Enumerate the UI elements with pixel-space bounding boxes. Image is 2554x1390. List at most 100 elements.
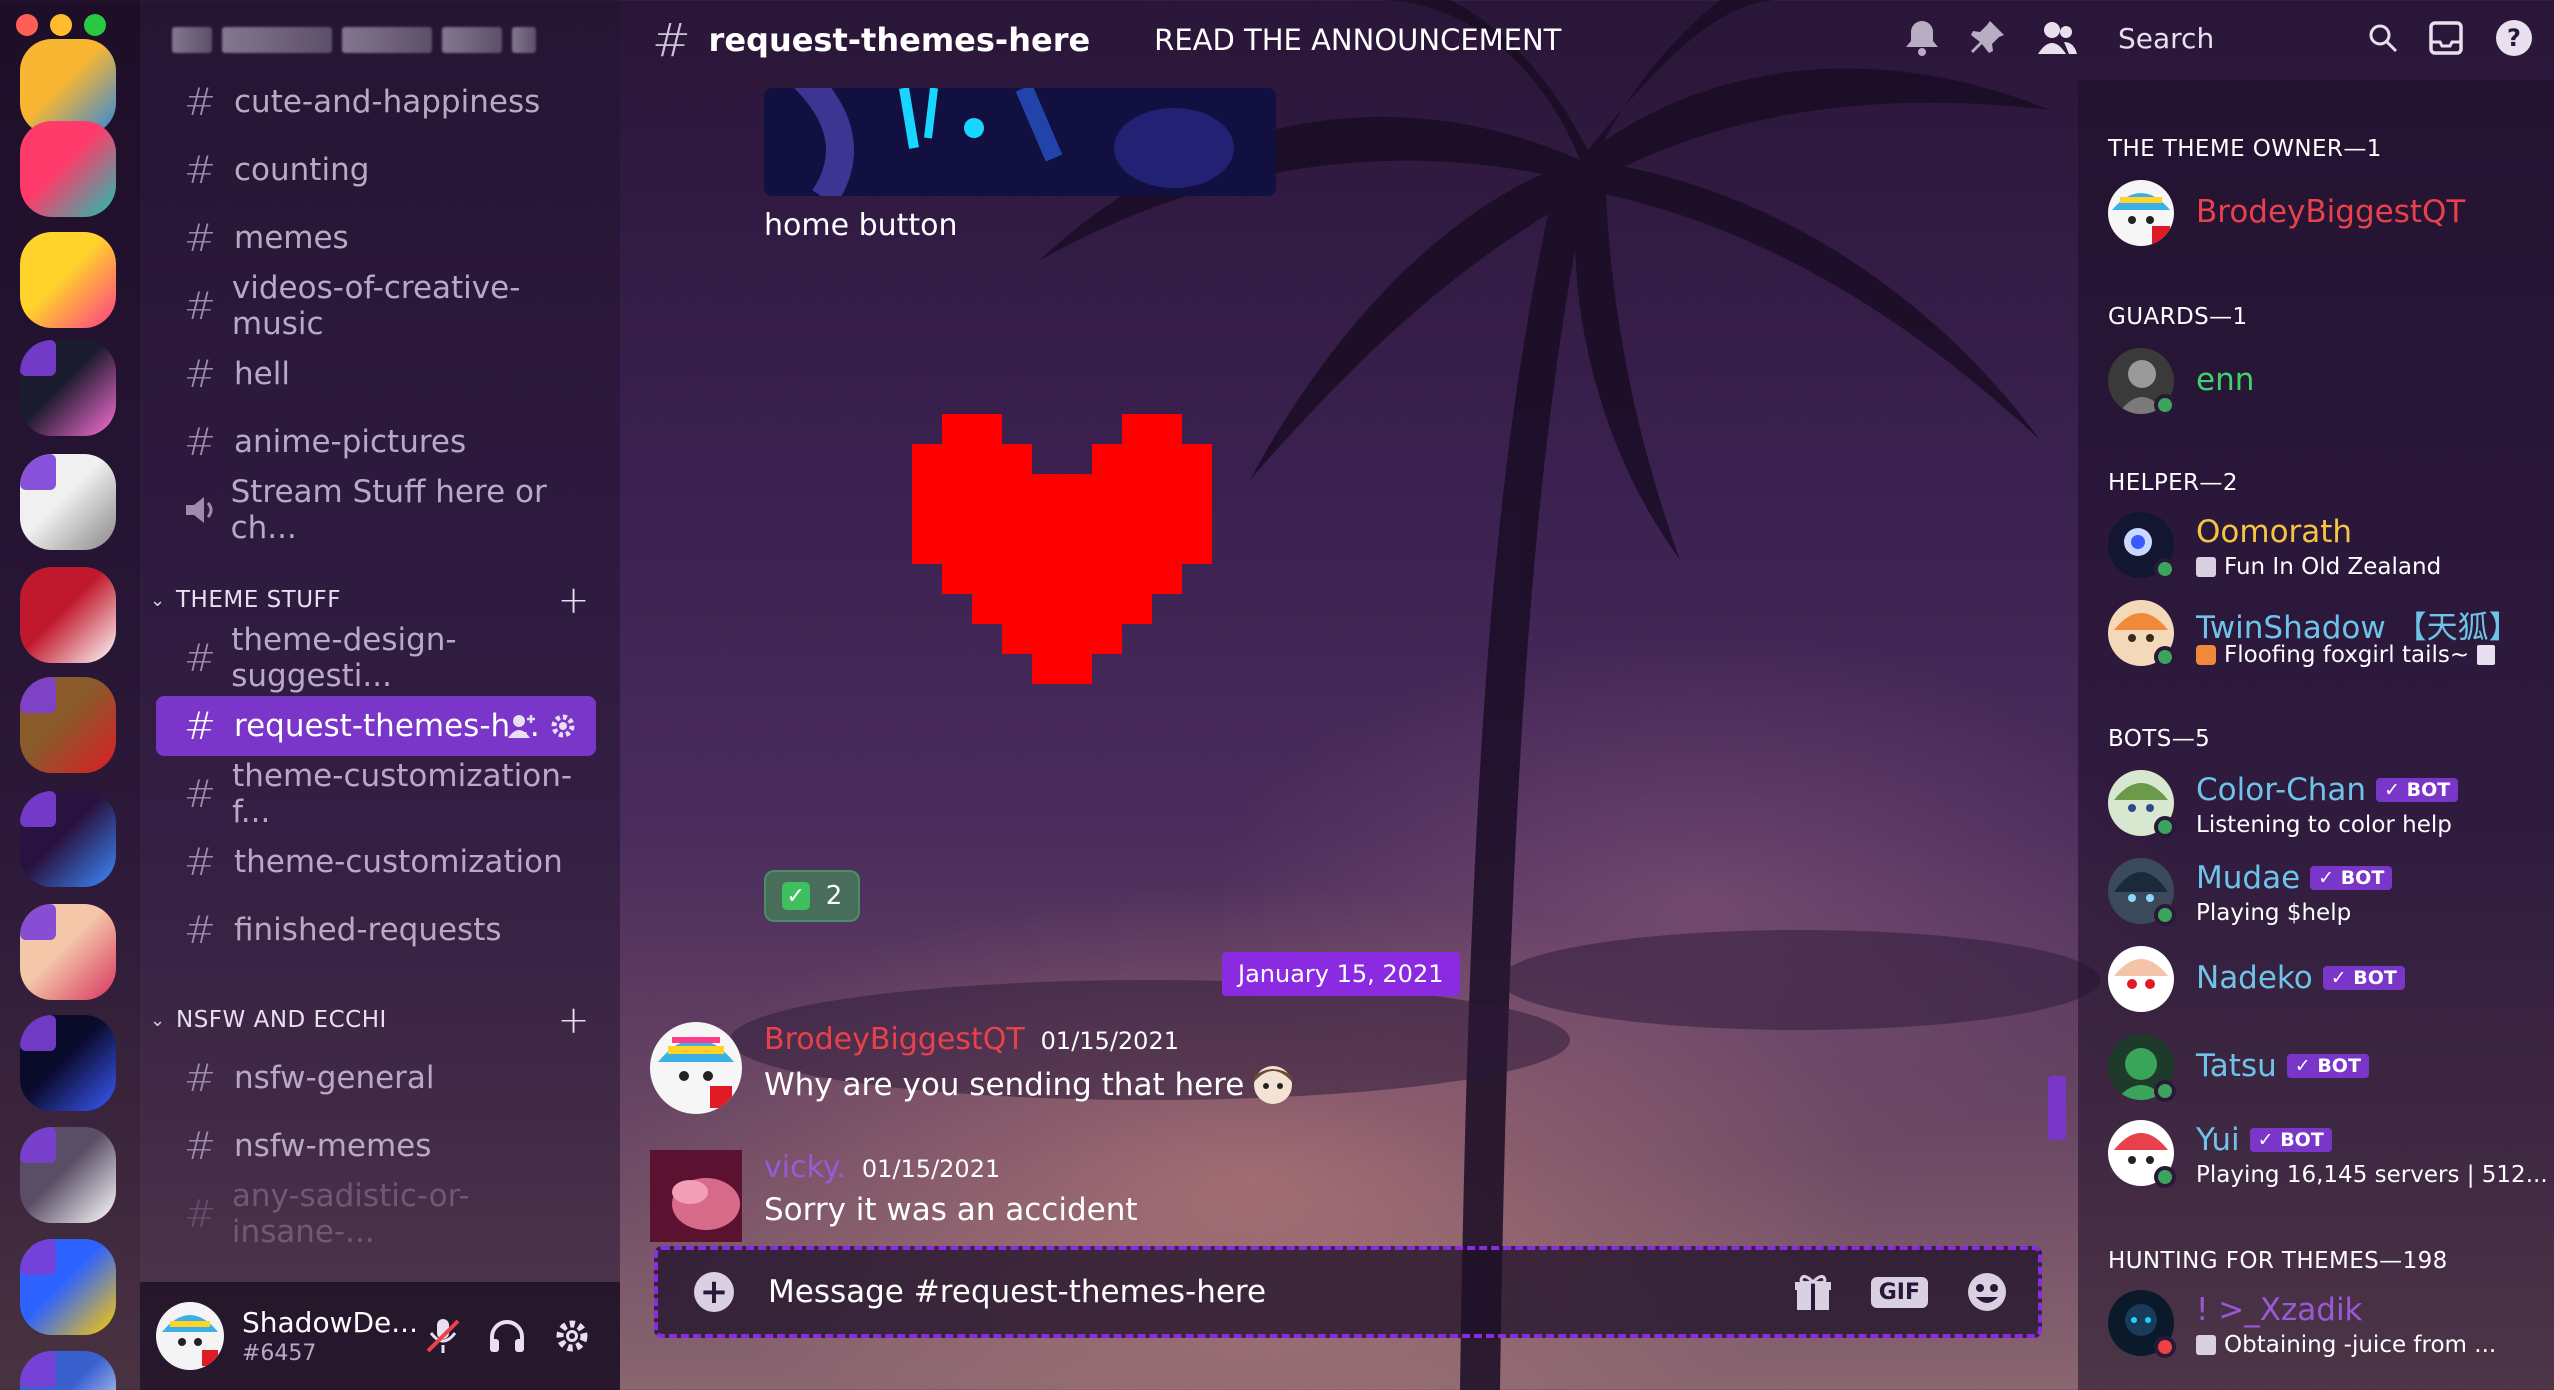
server-icon-just-dance-2021[interactable]: [20, 232, 116, 328]
pixel-heart-image[interactable]: [912, 414, 1212, 714]
server-icon-kiss-girl[interactable]: [20, 904, 116, 1000]
emoji-picker-icon[interactable]: [1966, 1271, 2008, 1313]
gift-icon[interactable]: [1793, 1272, 1833, 1312]
message-author[interactable]: vicky.: [764, 1150, 846, 1185]
member-activity: Playing 16,145 servers | 512...: [2196, 1162, 2548, 1188]
channel-topic[interactable]: READ THE ANNOUNCEMENT: [1154, 23, 1561, 57]
search-input[interactable]: Search: [2118, 22, 2338, 55]
speaker-icon: [184, 495, 231, 525]
member-name: TwinShadow 【天狐】: [2196, 610, 2520, 646]
pinned-messages-icon[interactable]: [1970, 19, 2006, 57]
close-window-button[interactable]: [16, 14, 38, 36]
channel-nsfw-memes[interactable]: # nsfw-memes: [156, 1116, 596, 1176]
search-icon[interactable]: [2368, 23, 2398, 53]
add-channel-icon[interactable]: +: [558, 998, 590, 1042]
member-list-icon[interactable]: [2036, 20, 2078, 56]
member-activity: Obtaining -juice from ...: [2224, 1332, 2497, 1358]
unread-badge-icon: [20, 1127, 56, 1163]
author-avatar[interactable]: [650, 1150, 742, 1242]
server-icon-santa-girl[interactable]: [20, 567, 116, 663]
unread-badge-icon: [20, 1015, 56, 1051]
message-input[interactable]: [768, 1274, 1748, 1310]
member-item[interactable]: Color-Chan ✓ BOT Listening to color help: [2108, 766, 2548, 842]
unread-badge-icon: [20, 904, 56, 940]
channel-finished-requests[interactable]: # finished-requests: [156, 900, 596, 960]
headphones-icon[interactable]: [488, 1319, 526, 1353]
hash-icon: #: [184, 840, 216, 884]
member-activity: Playing $help: [2196, 900, 2352, 926]
hash-icon: #: [184, 704, 216, 748]
channel-theme-customization-feedback[interactable]: # theme-customization-f...: [156, 758, 596, 830]
add-attachment-icon[interactable]: +: [694, 1272, 734, 1312]
channel-theme-customization[interactable]: # theme-customization: [156, 832, 596, 892]
member-activity: Fun In Old Zealand: [2224, 554, 2442, 580]
member-item[interactable]: Tatsu ✓ BOT: [2108, 1030, 2548, 1106]
server-icon-heart-dog[interactable]: [20, 677, 116, 773]
hash-icon: #: [184, 284, 216, 328]
game-icon: [2196, 557, 2216, 577]
channel-request-themes-here[interactable]: # request-themes-h...: [156, 696, 596, 756]
notification-bell-icon[interactable]: [1904, 19, 1940, 57]
channel-counting[interactable]: # counting: [156, 140, 596, 200]
author-avatar[interactable]: [650, 1022, 742, 1114]
help-icon[interactable]: ?: [2494, 18, 2534, 58]
server-icon-dance-group[interactable]: [20, 1239, 116, 1335]
channel-settings-gear-icon[interactable]: [550, 713, 576, 739]
inbox-icon[interactable]: [2428, 20, 2464, 56]
gif-button[interactable]: GIF: [1870, 1276, 1928, 1308]
server-icon-manga-girl[interactable]: [20, 454, 116, 550]
mute-microphone-icon[interactable]: [426, 1317, 460, 1355]
member-item[interactable]: Oomorath Fun In Old Zealand: [2108, 508, 2548, 584]
role-header: HUNTING FOR THEMES—198: [2108, 1248, 2448, 1274]
server-icon-rainbow-penguin[interactable]: [20, 340, 116, 436]
server-icon-blue-heart[interactable]: [20, 791, 116, 887]
member-name: Nadeko ✓ BOT: [2196, 960, 2405, 996]
channel-anime-pictures[interactable]: # anime-pictures: [156, 412, 596, 472]
server-icon-partial-server[interactable]: [20, 1351, 116, 1390]
message-author[interactable]: BrodeyBiggestQT: [764, 1022, 1025, 1057]
member-item[interactable]: Yui ✓ BOT Playing 16,145 servers | 512...: [2108, 1116, 2548, 1192]
user-panel: ShadowDe... #6457: [140, 1282, 620, 1390]
server-icon-just-dance-community[interactable]: [20, 121, 116, 217]
voice-channel-stream-stuff[interactable]: Stream Stuff here or ch...: [156, 474, 596, 546]
member-name: ! >_Xzadik: [2196, 1292, 2363, 1328]
server-icon-dark-anime[interactable]: [20, 1015, 116, 1111]
image-attachment[interactable]: [764, 88, 1276, 196]
game-icon: [2196, 1335, 2216, 1355]
channel-videos-of-creative-music[interactable]: # videos-of-creative-music: [156, 270, 596, 342]
channel-hell[interactable]: # hell: [156, 344, 596, 404]
user-avatar[interactable]: [156, 1302, 224, 1370]
nsfw-hash-icon: #: [184, 1192, 216, 1236]
scrollbar-thumb[interactable]: [2048, 1076, 2066, 1140]
unread-badge-icon: [20, 791, 56, 827]
channel-any-sadistic-or-insane[interactable]: # any-sadistic-or-insane-...: [156, 1178, 596, 1250]
user-settings-gear-icon[interactable]: [554, 1318, 590, 1354]
bot-badge: ✓ BOT: [2249, 1128, 2332, 1152]
member-name: Color-Chan ✓ BOT: [2196, 772, 2459, 808]
channel-memes[interactable]: # memes: [156, 208, 596, 268]
category-nsfw-and-ecchi[interactable]: ⌄ NSFW AND ECCHI +: [150, 998, 590, 1042]
server-icon-discord[interactable]: [20, 1127, 116, 1223]
member-item[interactable]: enn: [2108, 344, 2548, 420]
date-divider: January 15, 2021: [1222, 952, 1460, 996]
member-item[interactable]: Mudae ✓ BOT Playing $help: [2108, 854, 2548, 930]
member-item[interactable]: TwinShadow 【天狐】 Floofing foxgirl tails~: [2108, 596, 2548, 672]
bot-badge: ✓ BOT: [2286, 1054, 2369, 1078]
role-header: GUARDS—1: [2108, 304, 2248, 330]
minimize-window-button[interactable]: [50, 14, 72, 36]
channel-nsfw-general[interactable]: # nsfw-general: [156, 1048, 596, 1108]
member-item[interactable]: BrodeyBiggestQT: [2108, 176, 2548, 252]
maximize-window-button[interactable]: [84, 14, 106, 36]
message-text: Why are you sending that here: [764, 1067, 1245, 1103]
invite-icon[interactable]: [508, 713, 536, 739]
member-avatar: [2108, 946, 2174, 1012]
member-item[interactable]: Nadeko ✓ BOT: [2108, 942, 2548, 1018]
reaction-checkmark[interactable]: ✓ 2: [764, 870, 860, 922]
chevron-down-icon: ⌄: [150, 1009, 166, 1031]
channel-theme-design-suggestions[interactable]: # theme-design-suggesti...: [156, 622, 596, 694]
channel-cute-and-happiness[interactable]: # cute-and-happiness: [156, 72, 596, 132]
add-channel-icon[interactable]: +: [558, 578, 590, 622]
member-item[interactable]: ! >_Xzadik Obtaining -juice from ...: [2108, 1286, 2548, 1362]
server-name-blurred[interactable]: [172, 22, 572, 58]
category-theme-stuff[interactable]: ⌄ THEME STUFF +: [150, 578, 590, 622]
